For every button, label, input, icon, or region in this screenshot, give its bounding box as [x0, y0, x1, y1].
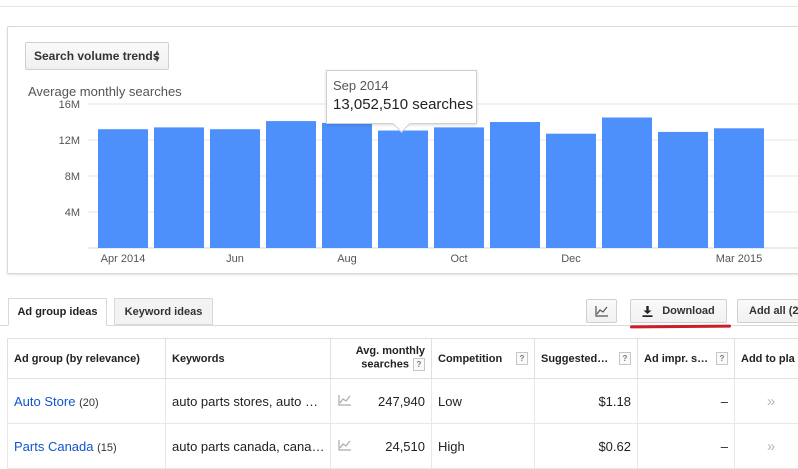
- col-avg-monthly-label-2: searches: [361, 359, 409, 371]
- y-tick-label: 16M: [59, 99, 80, 111]
- y-tick-label: 8M: [65, 171, 80, 183]
- keyword-count: (20): [79, 397, 99, 409]
- chart-tooltip: Sep 2014 13,052,510 searches: [326, 70, 477, 124]
- help-icon[interactable]: ?: [716, 352, 728, 365]
- monthly-searches-chart: 16M 12M 8M 4M Apr 2014 Jun Aug Oct Dec Mar 2015: [0, 0, 798, 280]
- bar-jul-2014: [266, 121, 316, 248]
- x-tick-label: Mar 2015: [716, 253, 762, 265]
- col-ad-group[interactable]: Ad group (by relevance): [8, 339, 166, 379]
- download-annotation-underline: [630, 325, 731, 329]
- download-icon: [642, 306, 653, 317]
- bar-oct-2014: [434, 127, 484, 248]
- ad-group-link[interactable]: Auto Store: [14, 394, 75, 409]
- bar-sep-2014: [378, 131, 428, 248]
- bar-apr-2014: [98, 129, 148, 248]
- keyword-count: (15): [97, 442, 117, 454]
- help-icon[interactable]: ?: [619, 352, 631, 365]
- col-competition-label: Competition: [438, 353, 502, 365]
- download-button[interactable]: Download: [630, 299, 727, 323]
- col-add-to-plan-label: Add to pla: [741, 353, 795, 365]
- col-competition[interactable]: Competition?: [432, 339, 535, 379]
- col-add-to-plan[interactable]: Add to pla: [735, 339, 798, 379]
- x-tick-label: Oct: [450, 253, 467, 265]
- cell-suggested-bid: $1.18: [535, 379, 638, 424]
- chart-toggle-button[interactable]: [586, 299, 617, 323]
- col-ad-group-label: Ad group (by relevance): [14, 353, 140, 365]
- bar-aug-2014: [322, 123, 372, 248]
- add-all-button[interactable]: Add all (2: [737, 299, 798, 323]
- ad-group-link[interactable]: Parts Canada: [14, 439, 94, 454]
- cell-avg-searches: 247,940: [331, 379, 432, 424]
- add-to-plan-chevron-icon[interactable]: »: [735, 379, 798, 424]
- table-row: Auto Store (20) auto parts stores, auto …: [8, 379, 798, 424]
- col-ad-impr-label: Ad impr. s…: [644, 353, 708, 365]
- cell-competition: High: [432, 424, 535, 469]
- x-tick-label: Dec: [561, 253, 581, 265]
- cell-ad-group: Auto Store (20): [8, 379, 166, 424]
- col-suggested-bid[interactable]: Suggested…?: [535, 339, 638, 379]
- bar-jan-2015: [602, 118, 652, 249]
- bar-mar-2015: [714, 128, 764, 248]
- cell-competition: Low: [432, 379, 535, 424]
- x-tick-label: Jun: [226, 253, 244, 265]
- tab-keyword-ideas[interactable]: Keyword ideas: [114, 298, 213, 325]
- cell-avg-searches: 24,510: [331, 424, 432, 469]
- col-ad-impr-share[interactable]: Ad impr. s…?: [638, 339, 735, 379]
- help-icon[interactable]: ?: [413, 358, 425, 371]
- cell-ad-impr-share: –: [638, 379, 735, 424]
- bar-dec-2014: [546, 134, 596, 248]
- help-icon[interactable]: ?: [516, 352, 528, 365]
- trend-chart-icon[interactable]: [338, 439, 352, 454]
- tooltip-month: Sep 2014: [333, 78, 476, 93]
- bar-feb-2015: [658, 132, 708, 248]
- y-tick-label: 12M: [59, 135, 80, 147]
- cell-suggested-bid: $0.62: [535, 424, 638, 469]
- bar-nov-2014: [490, 122, 540, 248]
- cell-ad-impr-share: –: [638, 424, 735, 469]
- col-avg-monthly-label-1: Avg. monthly: [356, 345, 425, 357]
- cell-keywords: auto parts canada, cana…: [166, 424, 331, 469]
- cell-keywords: auto parts stores, auto …: [166, 379, 331, 424]
- x-tick-label: Apr 2014: [101, 253, 146, 265]
- trend-chart-icon[interactable]: [338, 394, 352, 409]
- col-keywords-label: Keywords: [172, 353, 225, 365]
- y-tick-label: 4M: [65, 207, 80, 219]
- bar-jun-2014: [210, 129, 260, 248]
- avg-searches-value: 24,510: [385, 439, 425, 454]
- tab-ad-group-ideas[interactable]: Ad group ideas: [8, 298, 107, 326]
- col-avg-monthly-searches[interactable]: Avg. monthly searches?: [331, 339, 432, 379]
- cell-ad-group: Parts Canada (15): [8, 424, 166, 469]
- download-label: Download: [662, 305, 715, 317]
- x-tick-label: Aug: [337, 253, 357, 265]
- table-row: Parts Canada (15) auto parts canada, can…: [8, 424, 798, 469]
- ad-group-ideas-table: Ad group (by relevance) Keywords Avg. mo…: [7, 338, 798, 469]
- bar-may-2014: [154, 127, 204, 248]
- add-to-plan-chevron-icon[interactable]: »: [735, 424, 798, 469]
- col-keywords[interactable]: Keywords: [166, 339, 331, 379]
- avg-searches-value: 247,940: [378, 394, 425, 409]
- tooltip-value: 13,052,510 searches: [333, 96, 476, 113]
- table-header-row: Ad group (by relevance) Keywords Avg. mo…: [8, 339, 798, 379]
- line-chart-icon: [595, 305, 609, 317]
- col-suggested-label: Suggested…: [541, 353, 608, 365]
